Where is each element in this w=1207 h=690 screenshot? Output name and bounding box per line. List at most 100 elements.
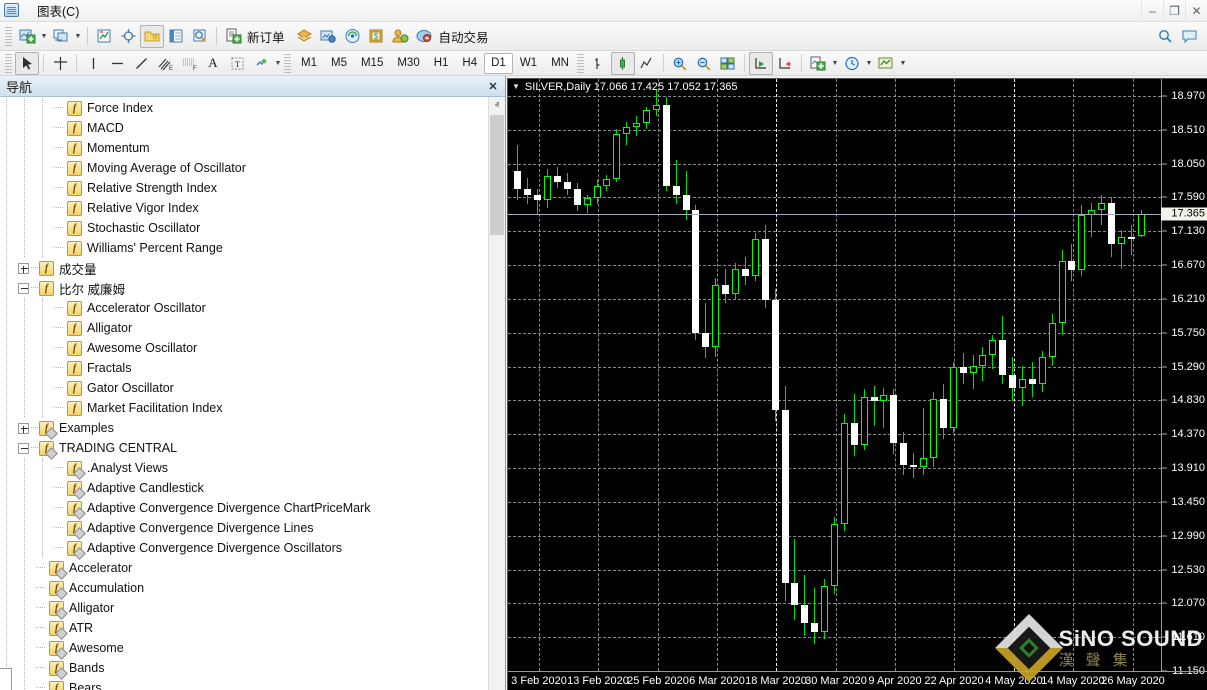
period-dropdown-icon[interactable]: ▼ [864, 52, 874, 75]
tree-item[interactable]: f ATR [0, 618, 488, 638]
zoom-out-icon[interactable] [692, 52, 716, 75]
chart-toolbar-grip[interactable] [5, 54, 12, 73]
toolbar-grip[interactable] [5, 27, 12, 46]
zoom-in-icon[interactable] [668, 52, 692, 75]
tree-item[interactable]: f Relative Vigor Index [0, 198, 488, 218]
timeframe-h1[interactable]: H1 [427, 53, 456, 74]
crosshair-icon[interactable] [48, 52, 72, 75]
vertical-line-icon[interactable] [81, 52, 105, 75]
tree-item[interactable]: f Adaptive Convergence Divergence ChartPr… [0, 498, 488, 518]
tree-item[interactable]: f Examples [0, 418, 488, 438]
autotrading-label[interactable]: 自动交易 [437, 27, 497, 46]
tree-item[interactable]: f TRADING CENTRAL [0, 438, 488, 458]
timeframe-m30[interactable]: M30 [390, 53, 426, 74]
crosshair-target-icon[interactable] [116, 25, 140, 48]
fibonacci-icon[interactable]: F [177, 52, 201, 75]
chart-window[interactable]: ▼ SILVER,Daily 17.066 17.425 17.052 17.3… [507, 78, 1207, 690]
search-icon[interactable] [1153, 25, 1177, 48]
timeframe-mn[interactable]: MN [544, 53, 576, 74]
time-axis[interactable]: 3 Feb 2020 13 Feb 2020 25 Feb 2020 6 Mar 20… [508, 671, 1207, 690]
charttype-grip[interactable] [577, 54, 584, 73]
cursor-icon[interactable] [15, 52, 39, 75]
collapse-icon[interactable] [18, 443, 29, 454]
line-chart-icon[interactable] [635, 52, 659, 75]
autotrading-icon[interactable] [413, 25, 437, 48]
navigator-close-icon[interactable]: ✕ [485, 78, 501, 94]
tree-item[interactable]: f Bands [0, 658, 488, 678]
timeframe-m15[interactable]: M15 [354, 53, 390, 74]
timeframe-grip[interactable] [284, 54, 291, 73]
timeframe-m1[interactable]: M1 [294, 53, 324, 74]
tree-item[interactable]: f Market Facilitation Index [0, 398, 488, 418]
tree-item[interactable]: f Fractals [0, 358, 488, 378]
tree-item[interactable]: f Bears [0, 678, 488, 690]
tree-item[interactable]: f Relative Strength Index [0, 178, 488, 198]
expand-icon[interactable] [18, 423, 29, 434]
templates-dropdown-icon[interactable]: ▼ [898, 52, 908, 75]
minimize-button[interactable]: – [1141, 0, 1163, 22]
expert-advisors-icon[interactable] [317, 25, 341, 48]
scroll-down-icon[interactable]: ⱟ [489, 673, 505, 690]
market-watch-icon[interactable] [92, 25, 116, 48]
expand-icon[interactable] [18, 263, 29, 274]
indicator-dropdown-icon[interactable]: ▼ [830, 52, 840, 75]
timeframe-m5[interactable]: M5 [324, 53, 354, 74]
timeframe-w1[interactable]: W1 [513, 53, 544, 74]
tree-item[interactable]: f Accelerator [0, 558, 488, 578]
maximize-button[interactable]: ❐ [1163, 0, 1185, 22]
new-order-label[interactable]: 新订单 [245, 27, 293, 46]
timeframe-d1[interactable]: D1 [484, 53, 513, 74]
tree-item[interactable]: f Alligator [0, 598, 488, 618]
tree-item[interactable]: f Alligator [0, 318, 488, 338]
new-chart-icon[interactable] [15, 25, 39, 48]
close-button[interactable]: ✕ [1185, 0, 1207, 22]
text-icon[interactable]: A [201, 52, 225, 75]
new-chart-dropdown-icon[interactable]: ▼ [39, 25, 49, 48]
shapes-dropdown-icon[interactable]: ▼ [273, 52, 283, 75]
navigator-scrollbar[interactable]: ⱏ ⱟ [488, 97, 505, 690]
collapse-icon[interactable] [18, 283, 29, 294]
tree-item[interactable]: f 成交量 [0, 258, 488, 278]
tree-item[interactable]: f Williams' Percent Range [0, 238, 488, 258]
scroll-up-icon[interactable]: ⱏ [489, 97, 505, 114]
navigator-icon[interactable] [140, 25, 164, 48]
tile-windows-dropdown-icon[interactable]: ▼ [73, 25, 83, 48]
tree-item[interactable]: f Moving Average of Oscillator [0, 158, 488, 178]
timeframe-h4[interactable]: H4 [455, 53, 484, 74]
tree-item[interactable]: f Adaptive Convergence Divergence Lines [0, 518, 488, 538]
candlestick-chart-icon[interactable] [611, 52, 635, 75]
templates-icon[interactable] [874, 52, 898, 75]
text-label-icon[interactable]: T [225, 52, 249, 75]
menu-charts[interactable]: 图表(C) [26, 0, 93, 23]
data-window-icon[interactable] [164, 25, 188, 48]
period-separators-icon[interactable] [840, 52, 864, 75]
price-axis[interactable]: 18.970 18.510 18.050 17.590 17.130 16.670 16.2… [1161, 79, 1207, 671]
new-order-icon[interactable] [221, 25, 245, 48]
chart-collapse-icon[interactable]: ▼ [512, 82, 520, 91]
chart-shift-icon[interactable] [773, 52, 797, 75]
tree-item[interactable]: f Gator Oscillator [0, 378, 488, 398]
scrollbar-thumb[interactable] [490, 115, 504, 235]
tile-windows-icon[interactable] [49, 25, 73, 48]
chart-shift-grid-icon[interactable] [716, 52, 740, 75]
tree-item[interactable]: f 比尔 威廉姆 [0, 278, 488, 298]
market-icon[interactable]: $ [365, 25, 389, 48]
accounts-icon[interactable] [389, 25, 413, 48]
signals-icon[interactable] [341, 25, 365, 48]
horizontal-line-icon[interactable] [105, 52, 129, 75]
bar-chart-icon[interactable] [587, 52, 611, 75]
equidistant-channel-icon[interactable]: E [153, 52, 177, 75]
tree-item[interactable]: f Accumulation [0, 578, 488, 598]
tree-item[interactable]: f Adaptive Convergence Divergence Oscilla… [0, 538, 488, 558]
chart-plot-area[interactable] [508, 79, 1161, 671]
chat-icon[interactable] [1177, 25, 1201, 48]
trendline-icon[interactable] [129, 52, 153, 75]
tree-item[interactable]: f Awesome [0, 638, 488, 658]
auto-scroll-icon[interactable] [749, 52, 773, 75]
tree-item[interactable]: f Stochastic Oscillator [0, 218, 488, 238]
metaeditor-icon[interactable] [293, 25, 317, 48]
add-indicator-icon[interactable] [806, 52, 830, 75]
tree-item[interactable]: f Momentum [0, 138, 488, 158]
tree-item[interactable]: f .Analyst Views [0, 458, 488, 478]
tree-item[interactable]: f MACD [0, 118, 488, 138]
